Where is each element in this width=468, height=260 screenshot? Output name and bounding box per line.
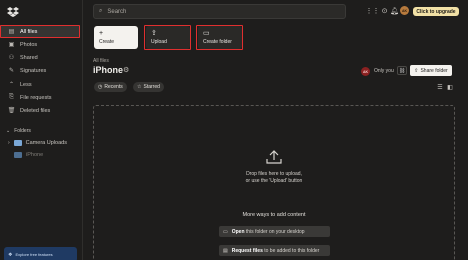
tree-item-label: iPhone (26, 152, 44, 158)
file-request-icon: ⎘ (9, 94, 14, 100)
promo-banner[interactable]: ❖ Explore free features (4, 247, 77, 260)
chevron-up-icon: ⌃ (8, 82, 15, 88)
create-button[interactable]: + Create (94, 26, 138, 49)
sidebar-item-label: Deleted files (20, 107, 51, 114)
plus-icon: + (99, 30, 104, 37)
bell-icon[interactable]: 🔔︎ (390, 6, 399, 15)
highlight-create-folder (196, 25, 243, 50)
sidebar-item-label: File requests (20, 94, 52, 101)
sidebar: ▤ All files ▣ Photos ⚇ Shared ✎ Signatur… (0, 0, 83, 260)
sidebar-item-label: Signatures (20, 67, 47, 74)
folder-icon (14, 152, 22, 158)
file-request-icon: ▤ (223, 247, 228, 254)
member-avatar[interactable]: AK (361, 67, 370, 76)
help-icon[interactable]: ⊙ (380, 6, 389, 15)
create-label: Create (99, 39, 115, 45)
upload-arrow-icon (266, 150, 282, 164)
open-rest: this folder on your desktop (245, 228, 305, 235)
search-input[interactable]: Search (107, 9, 126, 15)
highlight-upload (144, 25, 191, 50)
sidebar-item-label: Less (20, 81, 32, 88)
search-bar[interactable]: ⌕ Search (93, 4, 346, 19)
starred-label: Starred (143, 84, 160, 90)
gear-icon[interactable]: ⚙ (123, 66, 129, 74)
star-icon: ☆ (137, 84, 142, 90)
sidebar-item-file-requests[interactable]: ⎘ File requests (0, 91, 80, 104)
list-view-icon[interactable]: ☰ (436, 83, 444, 91)
more-ways-heading: More ways to add content (242, 212, 306, 218)
sidebar-item-photos[interactable]: ▣ Photos (0, 38, 80, 51)
sidebar-item-deleted-files[interactable]: 🗑︎ Deleted files (0, 104, 80, 117)
open-bold: Open (231, 228, 245, 235)
signature-icon: ✎ (8, 68, 15, 74)
search-icon: ⌕ (99, 8, 103, 14)
sidebar-item-label: Photos (20, 41, 38, 48)
breadcrumb[interactable]: All files (93, 58, 109, 64)
highlight-all-files (0, 25, 80, 38)
drop-hint-line-2: or use the 'Upload' button (245, 178, 303, 184)
user-avatar[interactable]: AK (400, 6, 409, 15)
sidebar-item-label: Shared (20, 54, 38, 61)
page-title: iPhone (93, 65, 124, 75)
share-icon: ⇧ (414, 67, 419, 74)
desktop-icon: ▭ (223, 228, 228, 235)
chevron-right-icon[interactable]: › (8, 140, 10, 146)
share-folder-label: Share folder (420, 67, 448, 74)
promo-text: Explore free features (15, 252, 53, 257)
info-panel-icon[interactable]: ◧ (446, 83, 454, 91)
tree-item-iphone[interactable]: iPhone (14, 152, 43, 158)
recents-filter[interactable]: ◷ Recents (94, 82, 127, 92)
access-label: Only you (374, 68, 394, 74)
recents-label: Recents (104, 84, 123, 90)
dropbox-logo-icon[interactable] (7, 7, 19, 17)
request-rest: to be added to this folder (264, 247, 320, 254)
share-folder-button[interactable]: ⇧ Share folder (410, 65, 452, 76)
upgrade-button[interactable]: Click to upgrade (413, 7, 459, 16)
dropbox-logo-icon: ❖ (8, 251, 13, 258)
drop-hint-line-1: Drop files here to upload, (246, 171, 302, 177)
apps-grid-icon[interactable]: ⋮⋮ (366, 6, 380, 15)
clock-icon: ◷ (98, 84, 103, 90)
folders-section-toggle[interactable]: ⌄ Folders (6, 128, 31, 134)
open-desktop-button[interactable]: ▭ Open this folder on your desktop (219, 226, 330, 237)
sidebar-item-less[interactable]: ⌃ Less (0, 78, 80, 91)
folders-heading: Folders (14, 128, 31, 134)
photos-icon: ▣ (8, 42, 15, 48)
sidebar-item-signatures[interactable]: ✎ Signatures (0, 64, 80, 77)
tree-item-label: Camera Uploads (25, 140, 67, 146)
starred-filter[interactable]: ☆ Starred (133, 82, 164, 92)
copy-link-button[interactable]: ⛓ (397, 66, 407, 75)
tree-item-camera-uploads[interactable]: › Camera Uploads (8, 140, 67, 146)
request-bold: Request files (231, 247, 263, 254)
link-icon: ⛓ (398, 67, 406, 74)
chevron-down-icon: ⌄ (6, 128, 11, 134)
trash-icon: 🗑︎ (7, 108, 16, 114)
request-files-button[interactable]: ▤ Request files to be added to this fold… (219, 245, 330, 256)
folder-icon (13, 140, 22, 146)
sidebar-item-shared[interactable]: ⚇ Shared (0, 51, 80, 64)
shared-icon: ⚇ (8, 55, 15, 61)
